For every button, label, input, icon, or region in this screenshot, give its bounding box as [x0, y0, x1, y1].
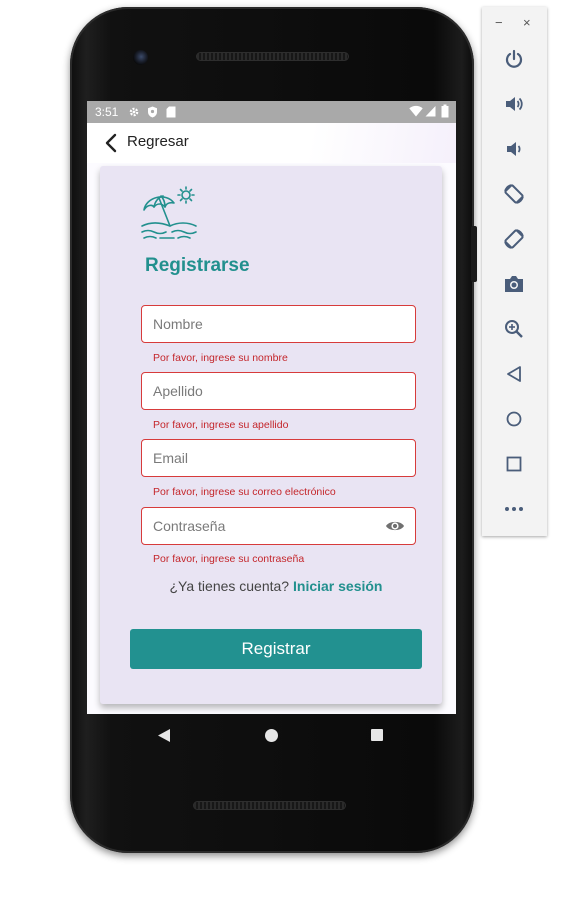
password-error: Por favor, ingrese su contraseña: [153, 553, 305, 565]
back-button-label[interactable]: Regresar: [127, 133, 189, 150]
wifi-icon: [409, 105, 423, 117]
show-password-eye-icon[interactable]: [385, 518, 405, 534]
device-screen: 3:51 Regresar Registrarse Nombre Por fav…: [87, 101, 456, 714]
home-icon[interactable]: [502, 407, 526, 431]
bottom-speaker: [193, 801, 346, 810]
close-button[interactable]: ×: [523, 15, 531, 30]
earpiece-speaker: [196, 52, 349, 61]
volume-up-icon[interactable]: [502, 92, 526, 116]
password-input[interactable]: Contraseña: [141, 507, 416, 545]
register-card: Registrarse Nombre Por favor, ingrese su…: [100, 166, 442, 704]
power-icon[interactable]: [502, 47, 526, 71]
volume-down-icon[interactable]: [502, 137, 526, 161]
email-error: Por favor, ingrese su correo electrónico: [153, 486, 336, 498]
first-name-input[interactable]: Nombre: [141, 305, 416, 343]
rotate-left-icon[interactable]: [502, 182, 526, 206]
last-name-input[interactable]: Apellido: [141, 372, 416, 410]
emulator-toolbar: − ×: [482, 7, 547, 536]
back-icon[interactable]: [502, 362, 526, 386]
zoom-icon[interactable]: [502, 317, 526, 341]
beach-umbrella-logo-icon: [141, 186, 197, 239]
cell-signal-icon: [425, 106, 436, 117]
password-placeholder: Contraseña: [153, 518, 226, 534]
battery-icon: [441, 104, 449, 118]
settings-icon: [129, 107, 139, 117]
back-chevron-icon[interactable]: [104, 133, 118, 153]
sd-card-icon: [166, 106, 176, 118]
front-camera: [133, 50, 148, 65]
login-prompt-row: ¿Ya tienes cuenta? Iniciar sesión: [100, 578, 452, 594]
last-name-error: Por favor, ingrese su apellido: [153, 419, 289, 431]
login-prompt-text: ¿Ya tienes cuenta?: [169, 578, 290, 594]
minimize-button[interactable]: −: [495, 15, 503, 30]
first-name-error: Por favor, ingrese su nombre: [153, 352, 288, 364]
email-input[interactable]: Email: [141, 439, 416, 477]
first-name-placeholder: Nombre: [153, 316, 203, 332]
app-bar: Regresar: [87, 123, 456, 163]
rotate-right-icon[interactable]: [502, 227, 526, 251]
login-link[interactable]: Iniciar sesión: [293, 578, 382, 594]
register-button[interactable]: Registrar: [130, 629, 422, 669]
android-overview-icon[interactable]: [371, 729, 383, 741]
shield-icon: [148, 106, 157, 118]
camera-icon[interactable]: [502, 272, 526, 296]
overview-icon[interactable]: [502, 452, 526, 476]
status-time: 3:51: [95, 105, 119, 119]
status-bar: 3:51: [87, 101, 456, 123]
volume-rocker: [471, 226, 477, 282]
page-title: Registrarse: [145, 255, 250, 276]
android-home-icon[interactable]: [265, 729, 278, 742]
last-name-placeholder: Apellido: [153, 383, 203, 399]
more-icon[interactable]: [502, 497, 526, 521]
email-placeholder: Email: [153, 450, 189, 466]
android-back-icon[interactable]: [157, 728, 171, 743]
